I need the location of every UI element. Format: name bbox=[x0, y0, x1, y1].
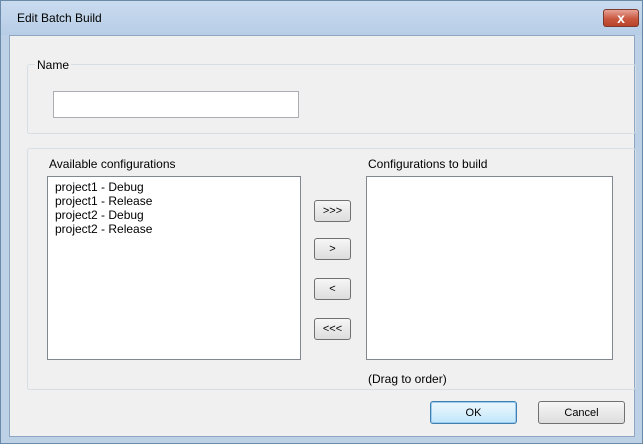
ok-button[interactable]: OK bbox=[430, 401, 517, 424]
add-selected-button[interactable]: > bbox=[314, 238, 351, 260]
close-icon: x bbox=[617, 10, 625, 26]
drag-to-order-hint: (Drag to order) bbox=[368, 372, 447, 386]
available-configurations-list[interactable]: project1 - Debug project1 - Release proj… bbox=[47, 176, 301, 360]
dialog-title: Edit Batch Build bbox=[17, 11, 102, 25]
name-input[interactable] bbox=[53, 91, 299, 118]
remove-selected-button[interactable]: < bbox=[314, 278, 351, 300]
configurations-to-build-list[interactable] bbox=[366, 176, 613, 360]
cancel-button[interactable]: Cancel bbox=[538, 401, 625, 424]
configurations-to-build-label: Configurations to build bbox=[368, 157, 488, 171]
list-item[interactable]: project1 - Debug bbox=[55, 180, 144, 194]
available-configurations-label: Available configurations bbox=[49, 157, 176, 171]
list-item[interactable]: project2 - Debug bbox=[55, 208, 144, 222]
list-item[interactable]: project1 - Release bbox=[55, 194, 152, 208]
remove-all-button[interactable]: <<< bbox=[314, 318, 351, 340]
title-bar[interactable]: Edit Batch Build x bbox=[1, 1, 642, 35]
name-group-legend: Name bbox=[35, 58, 72, 72]
list-item[interactable]: project2 - Release bbox=[55, 222, 152, 236]
close-button[interactable]: x bbox=[603, 9, 639, 27]
add-all-button[interactable]: >>> bbox=[314, 200, 351, 222]
